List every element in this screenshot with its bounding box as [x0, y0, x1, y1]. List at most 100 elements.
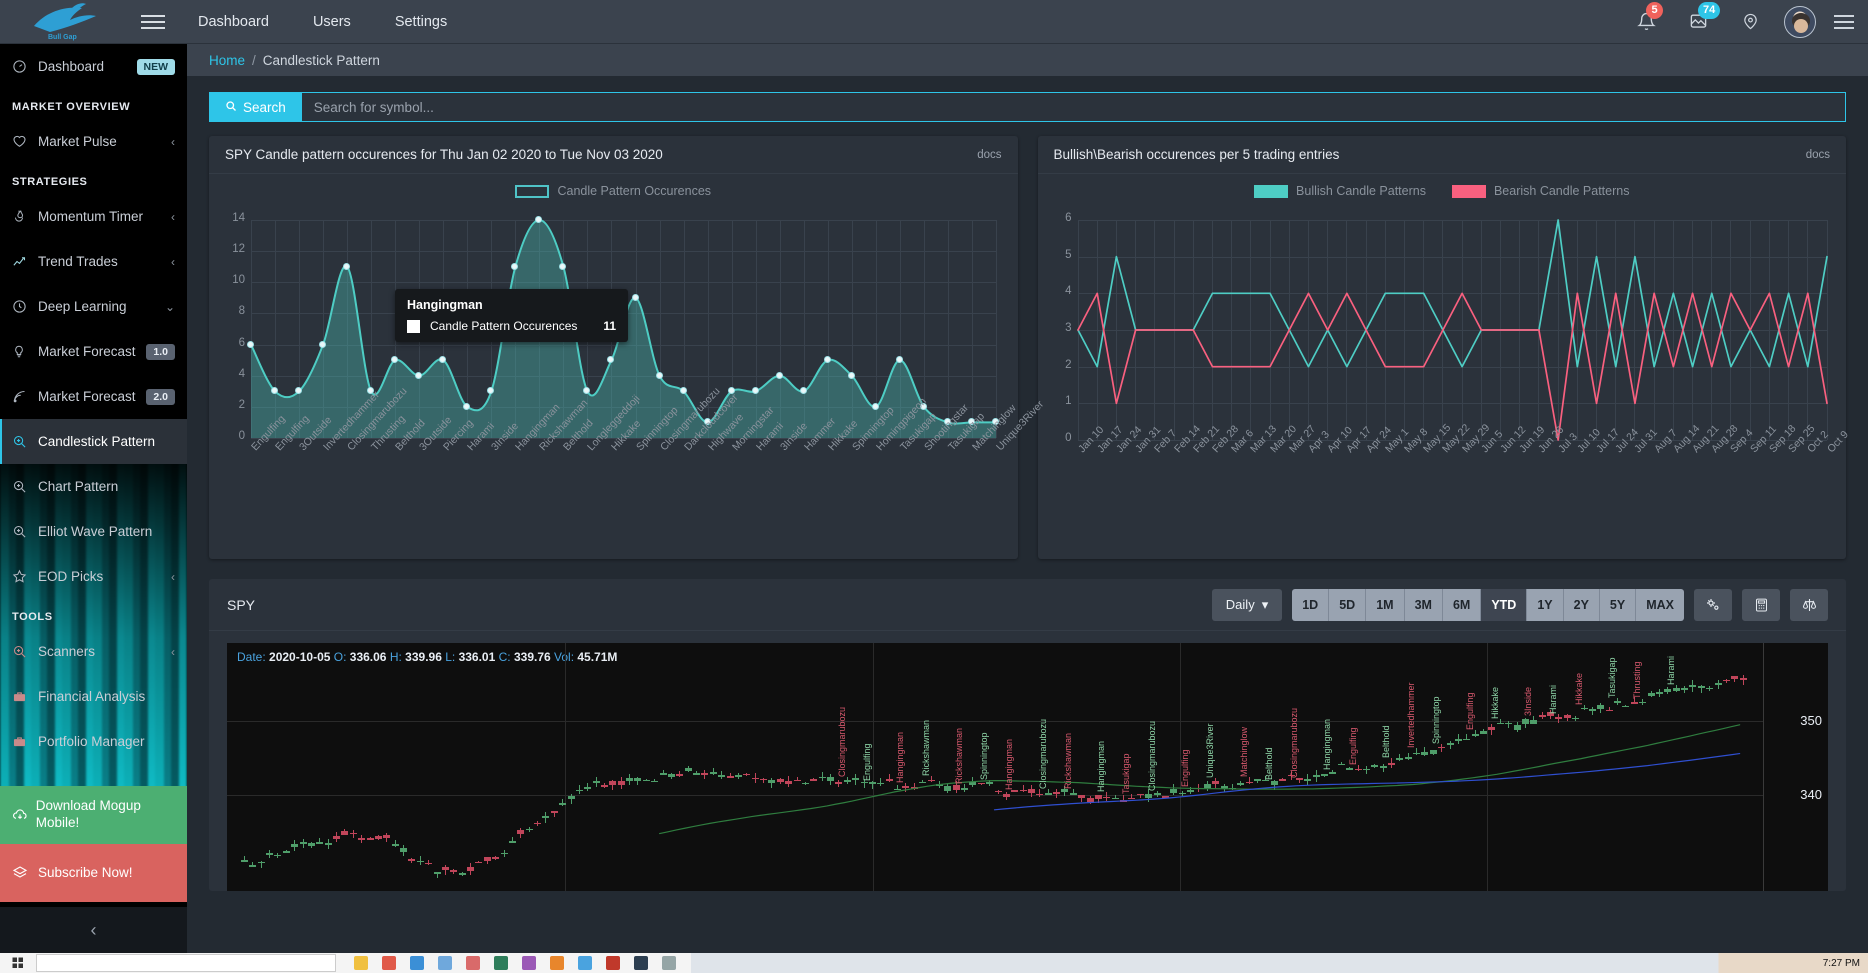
- start-button-icon[interactable]: [0, 957, 36, 969]
- taskbar-app-icon[interactable]: [494, 956, 508, 970]
- legend-swatch-bearish: [1451, 184, 1486, 198]
- chevron-left-icon: ‹: [171, 134, 175, 149]
- interval-dropdown[interactable]: Daily ▾: [1211, 588, 1283, 621]
- range-button-2y[interactable]: 2Y: [1563, 588, 1600, 621]
- taskbar-app-icon[interactable]: [550, 956, 564, 970]
- taskbar-app-icon[interactable]: [662, 956, 676, 970]
- bulb-icon: [12, 344, 38, 359]
- taskbar-app-icon[interactable]: [382, 956, 396, 970]
- sidebar-item-chart-pattern[interactable]: Chart Pattern: [0, 464, 187, 509]
- tooltip-value: 11: [603, 319, 617, 333]
- range-button-ytd[interactable]: YTD: [1481, 588, 1528, 621]
- data-point[interactable]: [631, 293, 639, 301]
- nav-users[interactable]: Users: [291, 14, 373, 30]
- pattern-annotation: Closingmarubozu: [836, 707, 847, 778]
- data-point[interactable]: [319, 340, 327, 348]
- right-menu-icon[interactable]: [1826, 14, 1862, 29]
- sidebar-item-scanners[interactable]: Scanners ‹: [0, 629, 187, 674]
- download-mobile-cta[interactable]: Download Mogup Mobile!: [0, 786, 187, 844]
- legend-item-bearish[interactable]: Bearish Candle Patterns: [1451, 184, 1629, 198]
- sidebar-item-candlestick-pattern[interactable]: Candlestick Pattern: [0, 419, 187, 464]
- menu-toggle-icon[interactable]: [130, 14, 176, 29]
- nav-dashboard[interactable]: Dashboard: [176, 14, 291, 30]
- charts-button[interactable]: 74: [1672, 0, 1724, 44]
- range-button-max[interactable]: MAX: [1636, 588, 1684, 621]
- brand-logo[interactable]: Bull Gap: [0, 0, 130, 44]
- sidebar-item-label: Financial Analysis: [38, 689, 146, 704]
- taskbar-clock: 7:27 PM: [1822, 957, 1860, 969]
- pattern-annotation: Hangingman: [1322, 719, 1333, 771]
- taskbar-app-icons: [354, 956, 676, 970]
- data-point[interactable]: [343, 262, 351, 270]
- version-pill: 1.0: [146, 343, 175, 360]
- pattern-annotation: 3Inside: [1523, 686, 1534, 716]
- data-point[interactable]: [871, 402, 879, 410]
- data-point[interactable]: [415, 371, 423, 379]
- notifications-button[interactable]: 5: [1620, 0, 1672, 44]
- chevron-down-icon: ⌄: [164, 299, 175, 314]
- docs-link[interactable]: docs: [977, 149, 1001, 161]
- sidebar-item-elliot-wave-pattern[interactable]: Elliot Wave Pattern: [0, 509, 187, 554]
- spy-candlestick-chart[interactable]: Date: 2020-10-05 O: 336.06 H: 339.96 L: …: [227, 643, 1828, 891]
- data-point[interactable]: [823, 356, 831, 364]
- pattern-annotation: Matchinglow: [1238, 726, 1249, 777]
- sidebar-item-deep-learning[interactable]: Deep Learning ⌄: [0, 284, 187, 329]
- taskbar-search-box[interactable]: [36, 954, 336, 972]
- taskbar-app-icon[interactable]: [606, 956, 620, 970]
- sidebar-item-label: Candlestick Pattern: [38, 434, 156, 449]
- sidebar-item-momentum-timer[interactable]: Momentum Timer ‹: [0, 194, 187, 239]
- legend-item-candle-pattern[interactable]: Candle Pattern Occurences: [515, 184, 711, 198]
- data-point[interactable]: [679, 387, 687, 395]
- chart1-legend: Candle Pattern Occurences: [209, 174, 1018, 198]
- legend-item-bullish[interactable]: Bullish Candle Patterns: [1254, 184, 1426, 198]
- taskbar-app-icon[interactable]: [466, 956, 480, 970]
- sidebar-item-market-forecast-1[interactable]: Market Forecast 1.0: [0, 329, 187, 374]
- range-button-1d[interactable]: 1D: [1292, 588, 1330, 621]
- range-button-6m[interactable]: 6M: [1442, 588, 1482, 621]
- search-input[interactable]: [301, 92, 1846, 122]
- taskbar-app-icon[interactable]: [410, 956, 424, 970]
- data-point[interactable]: [655, 371, 663, 379]
- taskbar-app-icon[interactable]: [354, 956, 368, 970]
- range-button-5d[interactable]: 5D: [1329, 588, 1367, 621]
- data-point[interactable]: [751, 387, 759, 395]
- sidebar-collapse-button[interactable]: ‹: [0, 907, 187, 953]
- briefcase-icon: [12, 690, 38, 704]
- settings-gear-icon[interactable]: [1694, 588, 1732, 621]
- search-button[interactable]: Search: [209, 92, 302, 122]
- pattern-annotation: Closingmarubozu: [1037, 719, 1048, 790]
- range-button-1m[interactable]: 1M: [1366, 588, 1405, 621]
- taskbar-app-icon[interactable]: [438, 956, 452, 970]
- data-point[interactable]: [247, 340, 254, 348]
- data-point[interactable]: [895, 356, 903, 364]
- calculator-icon[interactable]: [1742, 588, 1780, 621]
- avatar[interactable]: [1784, 5, 1816, 38]
- taskbar-app-icon[interactable]: [522, 956, 536, 970]
- location-button[interactable]: [1724, 0, 1776, 44]
- charts-row: SPY Candle pattern occurences for Thu Ja…: [187, 130, 1868, 559]
- range-button-5y[interactable]: 5Y: [1599, 588, 1637, 621]
- sidebar-item-trend-trades[interactable]: Trend Trades ‹: [0, 239, 187, 284]
- sidebar-item-dashboard[interactable]: Dashboard NEW: [0, 44, 187, 89]
- sidebar-item-market-forecast-2[interactable]: Market Forecast 2.0: [0, 374, 187, 419]
- sidebar-item-eod-picks[interactable]: EOD Picks ‹: [0, 554, 187, 599]
- range-button-1y[interactable]: 1Y: [1527, 588, 1564, 621]
- data-point[interactable]: [775, 371, 783, 379]
- nav-settings[interactable]: Settings: [373, 14, 469, 30]
- subscribe-cta[interactable]: Subscribe Now!: [0, 844, 187, 902]
- compare-scales-icon[interactable]: [1790, 588, 1828, 621]
- breadcrumb-home[interactable]: Home: [209, 53, 245, 68]
- docs-link[interactable]: docs: [1806, 149, 1830, 161]
- sidebar-item-market-pulse[interactable]: Market Pulse ‹: [0, 119, 187, 164]
- dashboard-new-pill: NEW: [136, 58, 175, 75]
- data-point[interactable]: [847, 371, 855, 379]
- sidebar-item-portfolio-manager[interactable]: Portfolio Manager: [0, 719, 187, 764]
- data-point[interactable]: [799, 387, 807, 395]
- taskbar-app-icon[interactable]: [578, 956, 592, 970]
- spy-symbol-title: SPY: [227, 596, 256, 613]
- bullish-bearish-card: Bullish\Bearish occurences per 5 trading…: [1037, 136, 1850, 559]
- taskbar-app-icon[interactable]: [634, 956, 648, 970]
- range-button-3m[interactable]: 3M: [1404, 588, 1443, 621]
- notifications-badge: 5: [1646, 1, 1663, 19]
- sidebar-item-financial-analysis[interactable]: Financial Analysis: [0, 674, 187, 719]
